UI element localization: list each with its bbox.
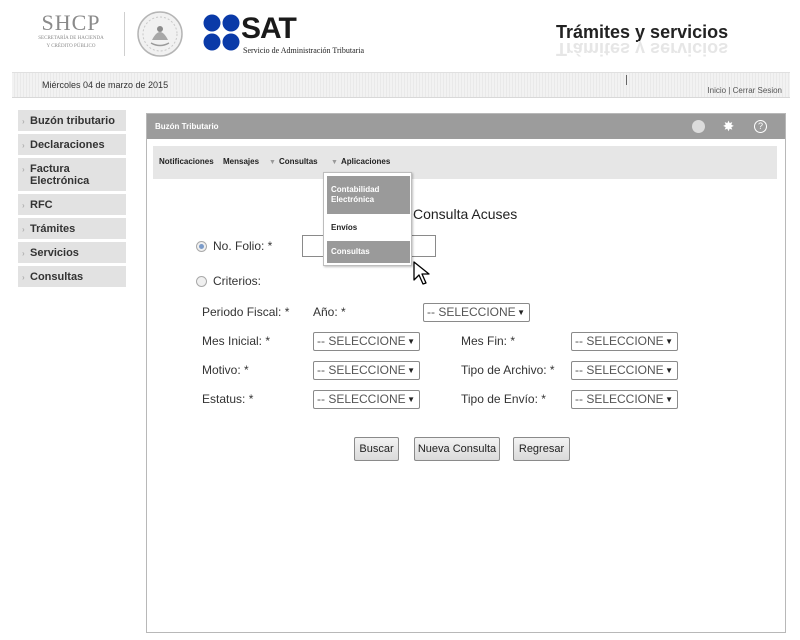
arrow-down-icon: ▼ [407, 366, 415, 375]
chevron-right-icon: › [22, 165, 25, 174]
sidebar-item-rfc[interactable]: › RFC [18, 194, 126, 218]
sidebar-item-servicios[interactable]: › Servicios [18, 242, 126, 266]
sidebar-item-label: Trámites [30, 223, 76, 235]
date-bar-divider [626, 75, 627, 85]
arrow-down-icon: ▼ [407, 337, 415, 346]
buzon-panel: Buzón Tributario ✸ ? Notificaciones Mens… [146, 113, 786, 633]
sidebar-item-label: Servicios [30, 247, 79, 259]
dropdown-item-envios[interactable]: Envíos [327, 220, 410, 236]
anio-select-value: -- SELECCIONE [427, 305, 516, 319]
header: SHCP SECRETARÍA DE HACIENDA Y CRÉDITO PÚ… [0, 0, 800, 70]
session-links: Inicio | Cerrar Sesion [707, 86, 782, 95]
form-title: Consulta Acuses [413, 206, 518, 222]
mes-fin-label: Mes Fin: * [461, 334, 516, 348]
sidebar-item-consultas[interactable]: › Consultas [18, 266, 126, 290]
arrow-down-icon: ▼ [665, 395, 673, 404]
sidebar-item-label: Declaraciones [30, 139, 105, 151]
sidebar-item-tramites[interactable]: › Trámites [18, 218, 126, 242]
tipo-envio-select-value: -- SELECCIONE [575, 392, 664, 406]
tipo-archivo-select[interactable]: -- SELECCIONE ▼ [571, 361, 678, 380]
arrow-down-icon: ▼ [665, 337, 673, 346]
seal-icon [137, 11, 183, 57]
mes-inicial-label: Mes Inicial: * [202, 334, 271, 348]
arrow-down-icon: ▼ [517, 308, 525, 317]
sidebar-item-label: RFC [30, 199, 53, 211]
mes-fin-select[interactable]: -- SELECCIONE ▼ [571, 332, 678, 351]
tipo-archivo-select-value: -- SELECCIONE [575, 363, 664, 377]
menu-notificaciones[interactable]: Notificaciones [159, 157, 214, 166]
anio-select[interactable]: -- SELECCIONE ▼ [423, 303, 530, 322]
chevron-right-icon: › [22, 141, 25, 150]
cerrar-sesion-link[interactable]: Cerrar Sesion [733, 86, 782, 95]
inicio-link[interactable]: Inicio [707, 86, 726, 95]
date-bar: Miércoles 04 de marzo de 2015 Inicio | C… [12, 72, 790, 98]
hand-cursor-icon [413, 261, 430, 285]
shcp-title: SHCP [41, 10, 101, 35]
page-title: Trámites y servicios [556, 22, 729, 42]
menu-consultas-label: Consultas [278, 157, 318, 166]
estatus-label: Estatus: * [202, 392, 254, 406]
radio-criterios-label: Criterios: [213, 274, 262, 288]
sidebar-item-label: Factura Electrónica [30, 163, 90, 187]
sat-logo-icon [203, 14, 240, 51]
tipo-archivo-label: Tipo de Archivo: * [461, 363, 555, 377]
sat-subtitle: Servicio de Administración Tributaria [243, 46, 365, 55]
shcp-subtitle-2: Y CRÉDITO PÚBLICO [46, 44, 96, 49]
links-separator: | [728, 86, 731, 95]
dropdown-item-contabilidad[interactable]: Contabilidad Electrónica [327, 176, 410, 214]
shcp-logo: SHCP SECRETARÍA DE HACIENDA Y CRÉDITO PÚ… [26, 12, 116, 50]
sat-title: SAT [241, 12, 297, 45]
radio-no-folio[interactable] [196, 241, 207, 252]
header-divider [124, 12, 125, 56]
page-title-reflection: Trámites y servicios [556, 41, 729, 57]
chevron-right-icon: › [22, 249, 25, 258]
estatus-select[interactable]: -- SELECCIONE ▼ [313, 390, 420, 409]
gear-icon[interactable]: ✸ [722, 119, 735, 133]
mes-inicial-select[interactable]: -- SELECCIONE ▼ [313, 332, 420, 351]
menu-consultas[interactable]: ▼ Consultas [269, 157, 318, 166]
tipo-envio-select[interactable]: -- SELECCIONE ▼ [571, 390, 678, 409]
sidebar-item-buzon-tributario[interactable]: › Buzón tributario [18, 110, 126, 134]
chevron-right-icon: › [22, 201, 25, 210]
sidebar-item-label: Consultas [30, 271, 84, 283]
help-icon[interactable]: ? [754, 120, 767, 133]
menu-mensajes[interactable]: Mensajes [223, 157, 259, 166]
panel-header: Buzón Tributario ✸ ? [147, 114, 785, 139]
mes-inicial-select-value: -- SELECCIONE [317, 334, 406, 348]
mes-fin-select-value: -- SELECCIONE [575, 334, 664, 348]
buscar-button[interactable]: Buscar [354, 437, 399, 461]
chevron-right-icon: › [22, 117, 25, 126]
sidebar-item-declaraciones[interactable]: › Declaraciones [18, 134, 126, 158]
arrow-down-icon: ▼ [269, 159, 276, 166]
status-circle-icon[interactable] [692, 120, 705, 133]
anio-label: Año: * [313, 305, 346, 319]
aplicaciones-dropdown: Contabilidad Electrónica Envíos Consulta… [323, 172, 412, 266]
motivo-select-value: -- SELECCIONE [317, 363, 406, 377]
dropdown-item-consultas[interactable]: Consultas [327, 241, 410, 263]
shcp-subtitle-1: SECRETARÍA DE HACIENDA [38, 36, 104, 41]
sidebar: › Buzón tributario › Declaraciones › Fac… [18, 110, 126, 290]
menu-aplicaciones[interactable]: ▼ Aplicaciones [331, 157, 390, 166]
tipo-envio-label: Tipo de Envío: * [461, 392, 546, 406]
nueva-consulta-button[interactable]: Nueva Consulta [414, 437, 500, 461]
motivo-label: Motivo: * [202, 363, 249, 377]
motivo-select[interactable]: -- SELECCIONE ▼ [313, 361, 420, 380]
periodo-fiscal-label: Periodo Fiscal: * [202, 305, 290, 319]
panel-title: Buzón Tributario [155, 122, 219, 131]
radio-criterios[interactable] [196, 276, 207, 287]
current-date: Miércoles 04 de marzo de 2015 [42, 80, 169, 90]
sidebar-item-label: Buzón tributario [30, 115, 115, 127]
menu-aplicaciones-label: Aplicaciones [340, 157, 391, 166]
arrow-down-icon: ▼ [407, 395, 415, 404]
sidebar-item-factura-electronica[interactable]: › Factura Electrónica [18, 158, 126, 194]
chevron-right-icon: › [22, 225, 25, 234]
radio-no-folio-label: No. Folio: * [213, 239, 273, 253]
regresar-button[interactable]: Regresar [513, 437, 570, 461]
arrow-down-icon: ▼ [331, 159, 338, 166]
chevron-right-icon: › [22, 273, 25, 282]
arrow-down-icon: ▼ [665, 366, 673, 375]
panel-menu-bar: Notificaciones Mensajes ▼ Consultas ▼ Apli… [153, 146, 777, 179]
estatus-select-value: -- SELECCIONE [317, 392, 406, 406]
